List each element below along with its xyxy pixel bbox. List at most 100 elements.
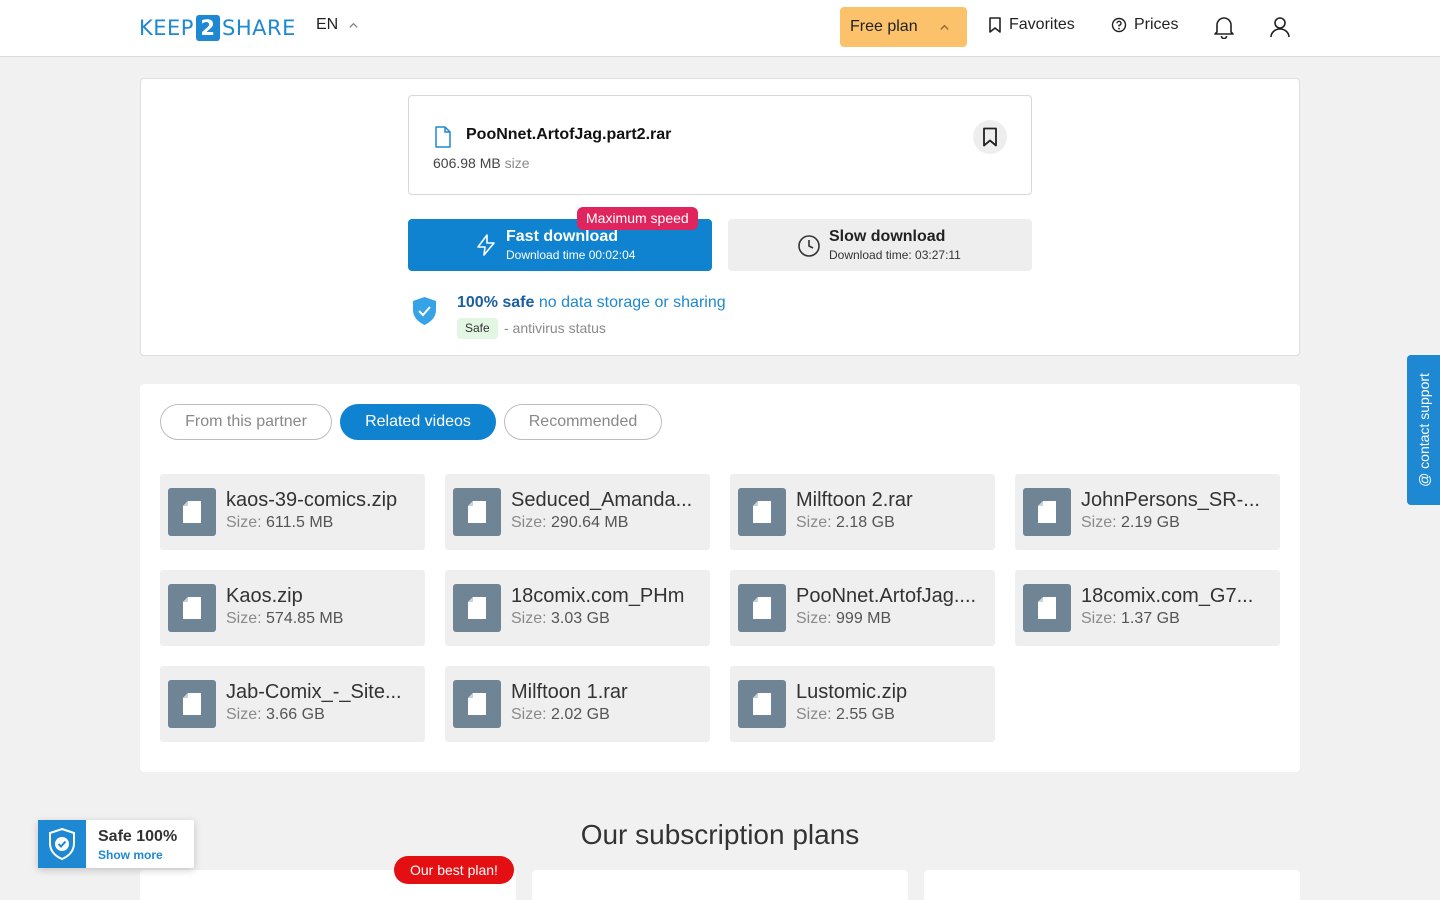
size-label: Size:: [226, 610, 262, 627]
favorites-link[interactable]: Favorites: [988, 16, 1075, 34]
logo-text-mid: 2: [195, 15, 220, 41]
tab-from-this-partner[interactable]: From this partner: [160, 404, 332, 440]
size-value: 2.02 GB: [551, 706, 610, 723]
file-icon: [453, 680, 501, 728]
related-file-size: Size: 2.19 GB: [1081, 514, 1180, 532]
tab-recommended[interactable]: Recommended: [504, 404, 662, 440]
bell-icon[interactable]: [1213, 15, 1235, 39]
logo-text-right: SHARE: [221, 16, 296, 40]
size-value: 3.66 GB: [266, 706, 325, 723]
related-file-item[interactable]: Lustomic.zip Size: 2.55 GB: [730, 666, 995, 742]
slow-download-button[interactable]: Slow download Download time: 03:27:11: [728, 219, 1032, 271]
size-label: Size:: [1081, 514, 1117, 531]
plan-card[interactable]: [532, 870, 908, 900]
safe-widget[interactable]: Safe 100% Show more: [38, 820, 194, 868]
related-file-item[interactable]: JohnPersons_SR-... Size: 2.19 GB: [1015, 474, 1280, 550]
related-file-item[interactable]: Milftoon 1.rar Size: 2.02 GB: [445, 666, 710, 742]
size-label: Size:: [796, 610, 832, 627]
related-file-name: Milftoon 2.rar: [796, 489, 913, 511]
slow-download-time: Download time: 03:27:11: [829, 248, 961, 262]
safe-statement: 100% safe no data storage or sharing: [457, 294, 726, 312]
related-file-item[interactable]: Kaos.zip Size: 574.85 MB: [160, 570, 425, 646]
file-size-label: size: [504, 155, 530, 171]
file-icon: [168, 584, 216, 632]
related-file-item[interactable]: 18comix.com_G7... Size: 1.37 GB: [1015, 570, 1280, 646]
size-label: Size:: [796, 514, 832, 531]
related-file-item[interactable]: kaos-39-comics.zip Size: 611.5 MB: [160, 474, 425, 550]
related-file-name: 18comix.com_PHm: [511, 585, 685, 607]
file-size-value: 606.98 MB: [433, 155, 501, 171]
file-icon: [1023, 584, 1071, 632]
add-to-favorites-button[interactable]: [973, 120, 1007, 154]
size-label: Size:: [511, 706, 547, 723]
keep2share-logo[interactable]: KEEP 2 SHARE: [139, 14, 296, 42]
related-file-name: PooNnet.ArtofJag....: [796, 585, 977, 607]
related-file-item[interactable]: Milftoon 2.rar Size: 2.18 GB: [730, 474, 995, 550]
clock-icon: [798, 235, 820, 257]
size-value: 2.55 GB: [836, 706, 895, 723]
related-file-size: Size: 574.85 MB: [226, 610, 343, 628]
fast-download-title: Fast download: [506, 228, 618, 245]
top-header: KEEP 2 SHARE EN Free plan Favorites Pric…: [0, 0, 1440, 57]
size-value: 1.37 GB: [1121, 610, 1180, 627]
related-file-item[interactable]: PooNnet.ArtofJag.... Size: 999 MB: [730, 570, 995, 646]
related-file-size: Size: 611.5 MB: [226, 514, 333, 532]
prices-link[interactable]: Prices: [1111, 16, 1178, 34]
shield-check-icon: [38, 820, 86, 868]
file-icon: [453, 584, 501, 632]
lightning-icon: [477, 234, 495, 256]
language-selector[interactable]: EN: [316, 16, 359, 34]
file-size: 606.98 MB size: [433, 155, 530, 171]
related-file-size: Size: 999 MB: [796, 610, 891, 628]
file-icon: [435, 126, 451, 148]
favorites-label: Favorites: [1009, 16, 1075, 33]
user-icon[interactable]: [1269, 15, 1291, 39]
file-icon: [1023, 488, 1071, 536]
related-file-item[interactable]: Seduced_Amanda... Size: 290.64 MB: [445, 474, 710, 550]
size-value: 2.19 GB: [1121, 514, 1180, 531]
size-value: 999 MB: [836, 610, 892, 627]
size-value: 574.85 MB: [266, 610, 344, 627]
antivirus-status-text: - antivirus status: [504, 320, 606, 336]
free-plan-button[interactable]: Free plan: [840, 7, 967, 47]
language-label: EN: [316, 16, 339, 33]
related-file-size: Size: 1.37 GB: [1081, 610, 1180, 628]
related-file-size: Size: 3.66 GB: [226, 706, 325, 724]
max-speed-badge: Maximum speed: [577, 207, 698, 230]
related-file-name: kaos-39-comics.zip: [226, 489, 398, 511]
related-file-item[interactable]: 18comix.com_PHm Size: 3.03 GB: [445, 570, 710, 646]
tab-related-videos[interactable]: Related videos: [340, 404, 496, 440]
size-value: 290.64 MB: [551, 514, 629, 531]
size-label: Size:: [511, 610, 547, 627]
help-circle-icon: [1111, 17, 1127, 33]
file-icon: [453, 488, 501, 536]
size-label: Size:: [226, 706, 262, 723]
file-name: PooNnet.ArtofJag.part2.rar: [466, 126, 672, 143]
plan-card[interactable]: [924, 870, 1300, 900]
related-file-name: Lustomic.zip: [796, 681, 908, 703]
show-more-link[interactable]: Show more: [98, 848, 163, 862]
related-file-size: Size: 2.18 GB: [796, 514, 895, 532]
antivirus-safe-badge: Safe: [457, 318, 498, 339]
size-value: 2.18 GB: [836, 514, 895, 531]
file-icon: [738, 680, 786, 728]
bookmark-icon: [989, 17, 1001, 33]
fast-download-time: Download time 00:02:04: [506, 248, 636, 262]
related-file-name: Seduced_Amanda...: [511, 489, 693, 511]
chevron-up-icon: [349, 22, 358, 28]
safe-rest: no data storage or sharing: [534, 294, 726, 311]
contact-support-tab[interactable]: @ contact support: [1407, 355, 1440, 505]
related-file-name: Kaos.zip: [226, 585, 303, 607]
plans-heading: Our subscription plans: [580, 819, 860, 850]
size-value: 3.03 GB: [551, 610, 610, 627]
related-file-size: Size: 3.03 GB: [511, 610, 610, 628]
free-plan-label: Free plan: [850, 18, 918, 35]
slow-download-title: Slow download: [829, 228, 946, 245]
bookmark-icon: [983, 127, 997, 147]
prices-label: Prices: [1134, 16, 1179, 33]
size-label: Size:: [511, 514, 547, 531]
shield-check-icon: [413, 297, 436, 325]
related-file-item[interactable]: Jab-Comix_-_Site... Size: 3.66 GB: [160, 666, 425, 742]
related-file-size: Size: 2.55 GB: [796, 706, 895, 724]
safe-widget-title: Safe 100%: [98, 828, 178, 845]
